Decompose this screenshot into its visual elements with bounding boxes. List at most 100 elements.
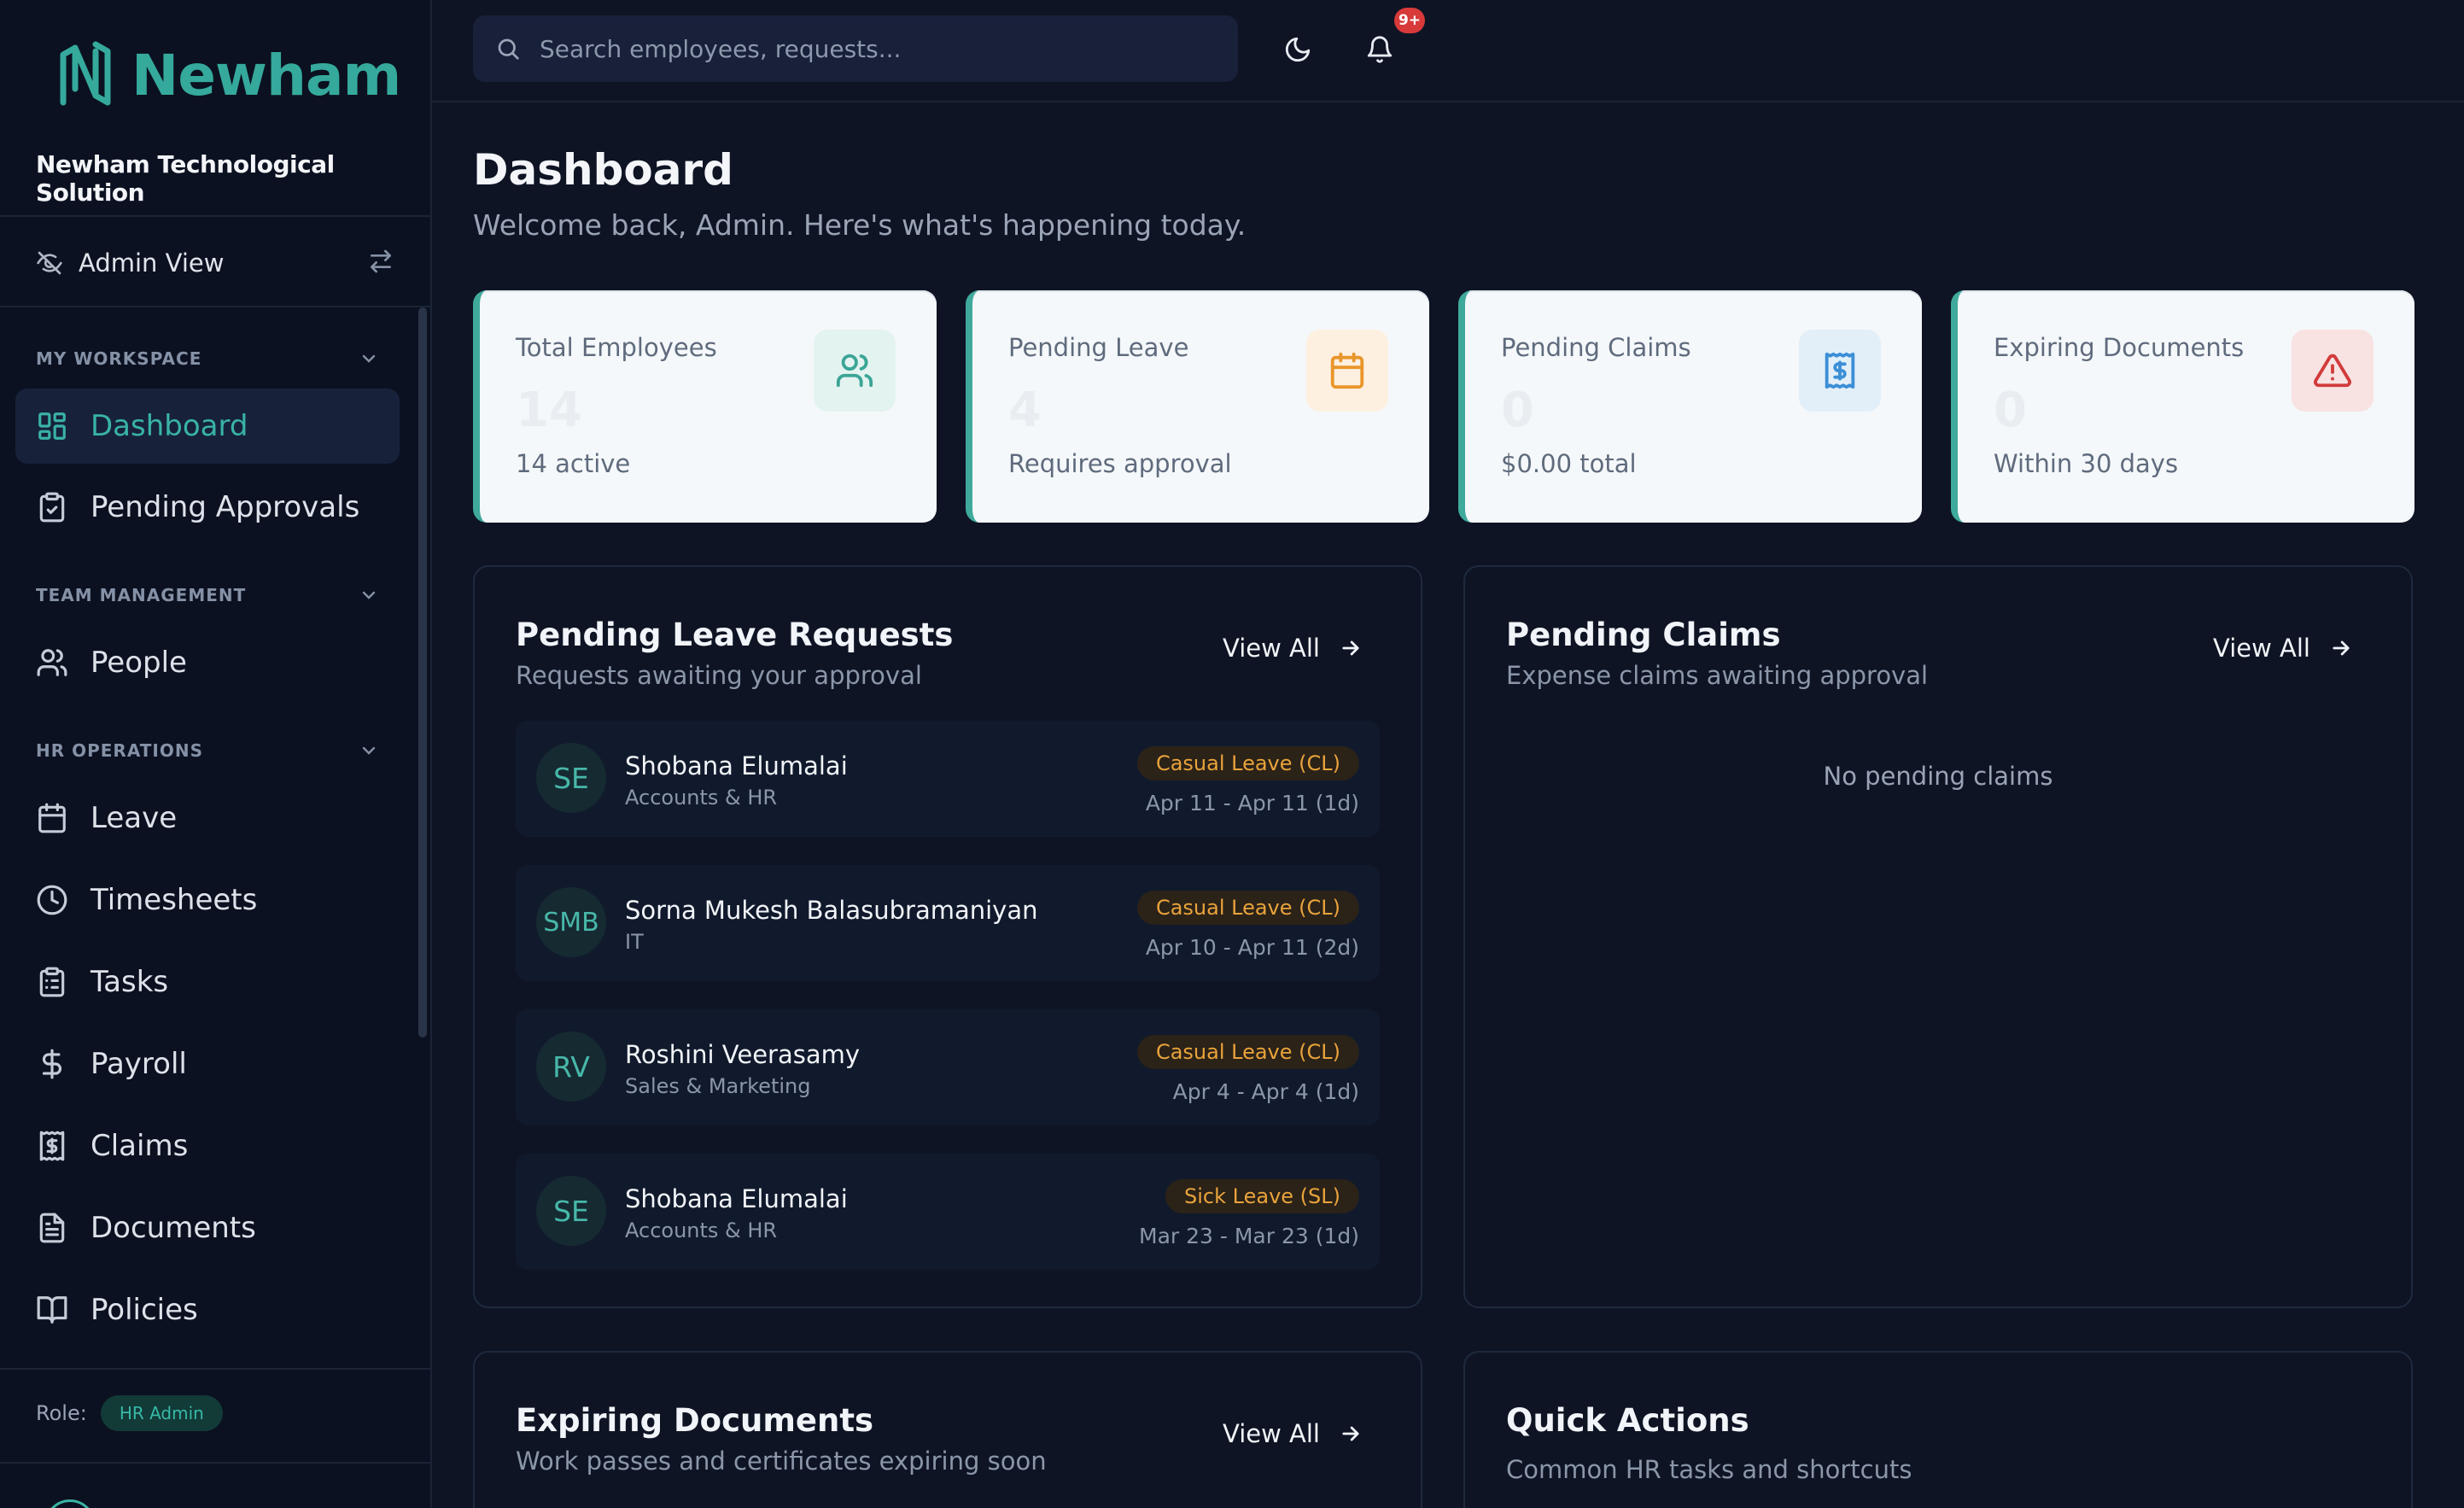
role-badge: HR Admin xyxy=(100,1395,223,1431)
card-subtitle: Common HR tasks and shortcuts xyxy=(1506,1455,1912,1484)
sidebar-item-documents[interactable]: Documents xyxy=(15,1190,400,1265)
sidebar-item-label: People xyxy=(91,646,187,680)
sidebar-item-label: Payroll xyxy=(91,1047,187,1081)
stat-card-total-employees[interactable]: Total Employees 14 14 active xyxy=(473,290,937,523)
search-box[interactable] xyxy=(473,15,1238,82)
calendar-icon xyxy=(1306,330,1388,412)
search-input[interactable] xyxy=(540,34,1206,63)
sidebar-item-label: Pending Approvals xyxy=(91,490,360,524)
brand-name: Newham xyxy=(131,42,401,108)
sidebar-scrollbar[interactable] xyxy=(418,307,427,1037)
pending-leave-card: Pending Leave Requests Requests awaiting… xyxy=(473,565,1422,1308)
sidebar-item-claims[interactable]: Claims xyxy=(15,1108,400,1184)
stat-card-pending-leave[interactable]: Pending Leave 4 Requires approval xyxy=(966,290,1429,523)
theme-toggle-button[interactable] xyxy=(1274,26,1322,73)
section-my-workspace[interactable]: MY WORKSPACE xyxy=(36,346,379,371)
view-all-label: View All xyxy=(1223,634,1320,663)
receipt-icon xyxy=(36,1130,68,1162)
dollar-icon xyxy=(36,1048,68,1080)
quick-actions-card: Quick Actions Common HR tasks and shortc… xyxy=(1463,1351,2413,1508)
stat-title: Expiring Documents xyxy=(1994,333,2245,362)
divider xyxy=(0,215,430,217)
book-open-icon xyxy=(36,1294,68,1326)
stat-subtitle: 14 active xyxy=(516,449,631,478)
sidebar-item-label: Documents xyxy=(91,1211,256,1245)
swap-icon[interactable] xyxy=(367,248,394,275)
moon-icon xyxy=(1283,35,1312,64)
sidebar-item-label: Claims xyxy=(91,1129,189,1163)
employee-name: Sorna Mukesh Balasubramaniyan xyxy=(625,896,1038,925)
admin-view-toggle[interactable]: Admin View xyxy=(36,246,394,280)
employee-department: Accounts & HR xyxy=(625,1219,778,1242)
divider xyxy=(0,1462,430,1464)
search-icon xyxy=(495,36,521,61)
chevron-down-icon xyxy=(359,585,379,605)
sidebar-item-label: Leave xyxy=(91,801,178,835)
leave-type-badge: Casual Leave (CL) xyxy=(1136,891,1359,925)
card-title: Expiring Documents xyxy=(516,1402,874,1439)
top-bar: 9+ xyxy=(432,0,2464,102)
leave-request-row[interactable]: SE Shobana Elumalai Accounts & HR Sick L… xyxy=(516,1154,1380,1270)
view-all-label: View All xyxy=(2213,634,2310,663)
empty-state-message: No pending claims xyxy=(1823,762,2053,791)
section-title: MY WORKSPACE xyxy=(36,348,202,369)
avatar: RV xyxy=(536,1032,606,1102)
employee-name: Shobana Elumalai xyxy=(625,751,848,780)
clipboard-check-icon xyxy=(36,491,68,523)
admin-view-label: Admin View xyxy=(79,248,225,278)
users-icon xyxy=(814,330,896,412)
sidebar-item-payroll[interactable]: Payroll xyxy=(15,1026,400,1102)
eye-off-icon xyxy=(36,249,63,277)
view-all-documents-button[interactable]: View All xyxy=(1223,1419,1363,1448)
brand[interactable]: Newham xyxy=(55,39,401,111)
employee-department: IT xyxy=(625,930,644,954)
leave-dates: Apr 4 - Apr 4 (1d) xyxy=(1172,1079,1359,1104)
leave-request-row[interactable]: SMB Sorna Mukesh Balasubramaniyan IT Cas… xyxy=(516,865,1380,981)
card-subtitle: Work passes and certificates expiring so… xyxy=(516,1447,1047,1476)
stat-value: 4 xyxy=(1008,383,1042,438)
newham-logo-icon xyxy=(55,39,116,111)
card-subtitle: Expense claims awaiting approval xyxy=(1506,661,1929,690)
dashboard-icon xyxy=(36,410,68,442)
stat-card-expiring-documents[interactable]: Expiring Documents 0 Within 30 days xyxy=(1951,290,2414,523)
card-title: Pending Claims xyxy=(1506,617,1781,653)
sidebar-item-people[interactable]: People xyxy=(15,625,400,700)
stat-card-pending-claims[interactable]: Pending Claims 0 $0.00 total xyxy=(1458,290,1922,523)
stat-subtitle: $0.00 total xyxy=(1501,449,1637,478)
user-avatar[interactable] xyxy=(44,1499,96,1508)
leave-request-row[interactable]: RV Roshini Veerasamy Sales & Marketing C… xyxy=(516,1009,1380,1125)
sidebar-item-policies[interactable]: Policies xyxy=(15,1272,400,1347)
chevron-down-icon xyxy=(359,740,379,761)
stat-value: 14 xyxy=(516,383,582,438)
leave-dates: Mar 23 - Mar 23 (1d) xyxy=(1139,1224,1359,1248)
sidebar-item-timesheets[interactable]: Timesheets xyxy=(15,862,400,938)
view-all-leave-button[interactable]: View All xyxy=(1223,634,1363,663)
sidebar-item-pending-approvals[interactable]: Pending Approvals xyxy=(15,470,400,545)
leave-dates: Apr 11 - Apr 11 (1d) xyxy=(1145,791,1359,815)
section-hr-operations[interactable]: HR OPERATIONS xyxy=(36,738,379,763)
sidebar-item-dashboard[interactable]: Dashboard xyxy=(15,389,400,464)
leave-type-badge: Casual Leave (CL) xyxy=(1136,746,1359,780)
leave-type-badge: Casual Leave (CL) xyxy=(1136,1035,1359,1069)
leave-request-row[interactable]: SE Shobana Elumalai Accounts & HR Casual… xyxy=(516,721,1380,837)
notifications-button[interactable] xyxy=(1356,26,1404,73)
section-team-management[interactable]: TEAM MANAGEMENT xyxy=(36,582,379,608)
sidebar-item-label: Policies xyxy=(91,1293,198,1327)
stat-value: 0 xyxy=(1994,383,2027,438)
users-icon xyxy=(36,646,68,679)
bell-icon xyxy=(1365,35,1394,64)
section-title: HR OPERATIONS xyxy=(36,740,203,761)
clock-icon xyxy=(36,884,68,916)
view-all-claims-button[interactable]: View All xyxy=(2213,634,2353,663)
role-label: Role: xyxy=(36,1401,87,1425)
calendar-icon xyxy=(36,802,68,834)
company-name: Newham Technological Solution xyxy=(36,150,335,207)
arrow-right-icon xyxy=(2329,636,2353,660)
stat-title: Pending Claims xyxy=(1501,333,1691,362)
expiring-documents-card: Expiring Documents Work passes and certi… xyxy=(473,1351,1422,1508)
sidebar-item-leave[interactable]: Leave xyxy=(15,780,400,856)
sidebar-item-tasks[interactable]: Tasks xyxy=(15,944,400,1020)
role-indicator: Role: HR Admin xyxy=(36,1395,223,1431)
employee-department: Accounts & HR xyxy=(625,786,778,810)
sidebar: Newham Newham Technological Solution Adm… xyxy=(0,0,432,1508)
